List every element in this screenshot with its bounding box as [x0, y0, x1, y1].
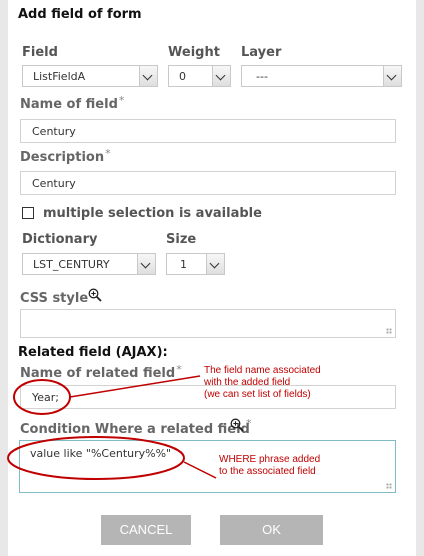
chevron-down-icon	[137, 254, 155, 274]
related-name-label-text: Name of related field	[20, 366, 176, 381]
chevron-down-icon	[383, 66, 401, 86]
size-select[interactable]: 1	[166, 253, 225, 275]
multiple-selection-checkbox[interactable]	[22, 207, 34, 219]
annotation-line: to the associated field	[219, 466, 316, 477]
size-select-value: 1	[180, 258, 187, 271]
required-marker: *	[105, 147, 111, 160]
dictionary-select[interactable]: LST_CENTURY	[22, 253, 156, 275]
css-style-textarea[interactable]	[20, 309, 396, 338]
window-frame-left	[0, 0, 8, 556]
related-field-section-title: Related field (AJAX):	[18, 345, 168, 360]
cancel-button[interactable]: CANCEL	[101, 515, 191, 545]
annotation-line: The field name associated	[204, 365, 321, 376]
annotation-note-where-phrase: WHERE phrase added to the associated fie…	[219, 454, 320, 478]
name-of-field-value: Century	[32, 125, 76, 138]
chevron-down-icon	[212, 66, 230, 86]
layer-select[interactable]: ---	[241, 65, 402, 87]
chevron-down-icon	[206, 254, 224, 274]
zoom-in-icon[interactable]	[88, 288, 102, 302]
field-select[interactable]: ListFieldA	[22, 65, 158, 87]
weight-select-value: 0	[179, 70, 186, 83]
required-marker: *	[246, 417, 252, 430]
condition-label: Condition Where a related field	[20, 422, 250, 437]
css-style-label: CSS style	[20, 291, 89, 306]
annotation-line: WHERE phrase added	[219, 454, 321, 465]
multiple-selection-label: multiple selection is available	[43, 206, 262, 221]
annotation-line: (we can set list of fields)	[204, 389, 311, 400]
layer-label: Layer	[241, 45, 282, 60]
name-of-field-input[interactable]: Century	[20, 119, 396, 143]
required-marker: *	[118, 94, 125, 107]
field-select-value: ListFieldA	[33, 70, 86, 83]
description-label: Description*	[20, 147, 111, 165]
condition-textarea[interactable]: value like "%Century%%"	[19, 440, 396, 493]
annotation-note-related-field: The field name associated with the added…	[204, 365, 321, 401]
description-label-text: Description	[20, 150, 105, 165]
zoom-in-icon[interactable]	[230, 418, 244, 432]
dictionary-label: Dictionary	[22, 232, 98, 247]
required-marker: *	[176, 363, 182, 376]
field-label: Field	[22, 45, 58, 60]
resize-grip-icon[interactable]	[386, 328, 392, 334]
related-name-label: Name of related field*	[20, 363, 182, 381]
weight-label: Weight	[168, 45, 220, 60]
weight-select[interactable]: 0	[168, 65, 231, 87]
window-frame-right	[416, 0, 424, 556]
chevron-down-icon	[139, 66, 157, 86]
description-input[interactable]: Century	[20, 171, 396, 195]
dictionary-select-value: LST_CENTURY	[33, 258, 110, 271]
ok-button[interactable]: OK	[220, 515, 323, 545]
name-of-field-label: Name of field*	[20, 94, 125, 112]
size-label: Size	[166, 232, 197, 247]
related-name-value: Year;	[32, 391, 59, 404]
description-value: Century	[32, 177, 76, 190]
layer-select-value: ---	[256, 70, 268, 83]
condition-label-text: Condition Where a related field	[20, 422, 250, 437]
name-of-field-label-text: Name of field	[20, 97, 118, 112]
condition-value: value like "%Century%%"	[30, 447, 172, 460]
dialog-title: Add field of form	[18, 7, 142, 22]
resize-grip-icon[interactable]	[386, 483, 392, 489]
annotation-line: with the added field	[204, 377, 291, 388]
